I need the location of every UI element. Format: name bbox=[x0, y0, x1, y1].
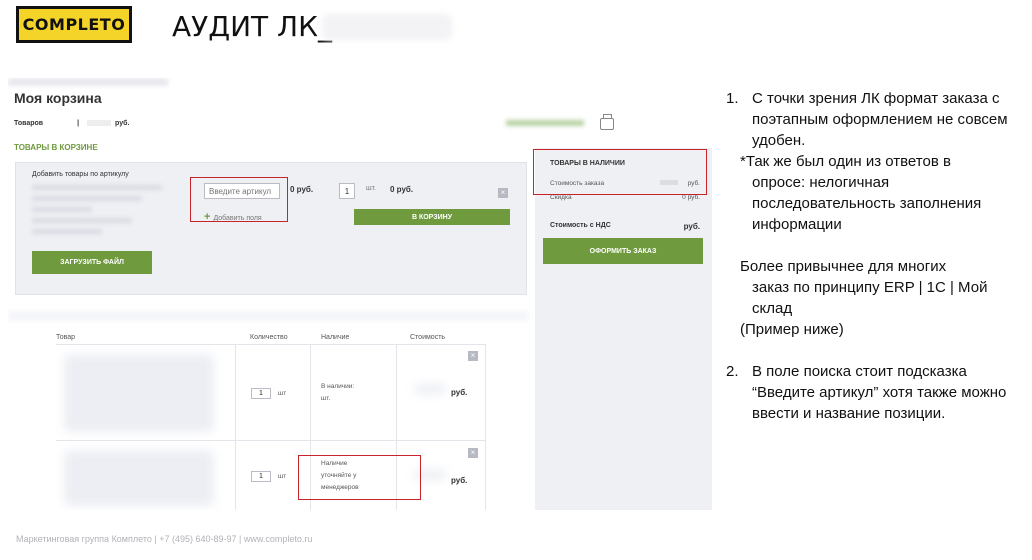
table-col-line bbox=[485, 344, 486, 510]
row1-quantity-input[interactable]: 1 bbox=[251, 388, 271, 399]
row1-unit: шт bbox=[278, 390, 287, 397]
table-col-line bbox=[235, 344, 236, 510]
row1-price: руб. bbox=[451, 388, 468, 397]
cart-screenshot: Моя корзина Товаров | руб. ТОВАРЫ В КОРЗИН… bbox=[8, 78, 712, 510]
row2-remove-icon[interactable]: × bbox=[468, 448, 478, 458]
footer: Маркетинговая группа Комплето | +7 (495)… bbox=[16, 534, 313, 544]
line-total: 0 руб. bbox=[390, 185, 414, 194]
table-row-line bbox=[56, 440, 486, 441]
note-asterisk-first: *Так же был один из ответов в bbox=[740, 153, 951, 170]
col-header-availability: Наличие bbox=[321, 334, 350, 341]
blurred-link[interactable] bbox=[506, 120, 584, 126]
goods-currency: руб. bbox=[115, 120, 130, 127]
row2-unit: шт bbox=[278, 473, 287, 480]
to-cart-button[interactable]: В КОРЗИНУ bbox=[354, 209, 510, 225]
completo-logo: COMPLETO bbox=[16, 6, 132, 43]
note-paragraph-first: Более привычнее для многих bbox=[740, 258, 947, 275]
article-input-highlight bbox=[190, 177, 288, 222]
col-header-product: Товар bbox=[56, 334, 76, 341]
note-asterisk-rest: опросе: нелогичная последовательность за… bbox=[752, 174, 982, 233]
note-1-number: 1. bbox=[726, 90, 739, 107]
summary-total-row: Стоимость с НДС руб. bbox=[550, 222, 700, 231]
row2-price: руб. bbox=[451, 476, 468, 485]
page-title: АУДИТ ЛК_ bbox=[172, 10, 332, 43]
note-example: (Пример ниже) bbox=[740, 321, 844, 338]
row1-availability: В наличии: шт. bbox=[321, 383, 355, 402]
goods-summary: Товаров | руб. bbox=[14, 120, 129, 127]
product-image-blurred bbox=[64, 354, 214, 432]
row2-quantity-input[interactable]: 1 bbox=[251, 471, 271, 482]
col-header-quantity: Количество bbox=[250, 334, 288, 341]
title-redaction bbox=[322, 14, 452, 40]
row1-price-redacted bbox=[414, 384, 446, 394]
close-icon[interactable]: × bbox=[498, 188, 508, 198]
upload-file-button[interactable]: ЗАГРУЗИТЬ ФАЙЛ bbox=[32, 251, 152, 274]
col-header-cost: Стоимость bbox=[410, 334, 446, 341]
cart-title: Моя корзина bbox=[14, 90, 102, 106]
summary-discount-label: Скидка bbox=[550, 194, 572, 201]
goods-redacted bbox=[87, 120, 112, 127]
note-2-number: 2. bbox=[726, 363, 739, 380]
row1-remove-icon[interactable]: × bbox=[468, 351, 478, 361]
add-by-article-title: Добавить товары по артикулу bbox=[32, 171, 129, 178]
quantity-input[interactable] bbox=[339, 183, 355, 199]
audit-notes: 1. С точки зрения ЛК формат заказа с поэ… bbox=[720, 88, 1020, 424]
product-image-blurred bbox=[64, 450, 214, 506]
availability-highlight bbox=[298, 455, 421, 500]
note-paragraph-rest: заказ по принципу ERP | 1С | Мой склад bbox=[752, 279, 988, 317]
blurred-header bbox=[8, 78, 168, 86]
logo-text: COMPLETO bbox=[19, 9, 129, 40]
summary-total-value: руб. bbox=[683, 222, 700, 231]
note-item-2: 2. В поле поиска стоит подсказка “Введит… bbox=[720, 361, 1020, 424]
goods-separator: | bbox=[77, 120, 80, 127]
goods-label: Товаров bbox=[14, 120, 44, 127]
checkout-button[interactable]: ОФОРМИТЬ ЗАКАЗ bbox=[543, 238, 703, 264]
order-summary-panel: ТОВАРЫ В НАЛИЧИИ Стоимость заказа руб. С… bbox=[535, 148, 712, 510]
print-icon[interactable] bbox=[600, 114, 614, 130]
blurred-divider bbox=[8, 312, 528, 320]
note-1-text: С точки зрения ЛК формат заказа с поэтап… bbox=[752, 90, 1008, 149]
summary-discount-row: Скидка 0 руб. bbox=[550, 194, 700, 201]
note-asterisk: *Так же был один из ответов в опросе: не… bbox=[720, 151, 1020, 235]
table-header-line bbox=[56, 344, 486, 345]
summary-total-label: Стоимость с НДС bbox=[550, 222, 611, 229]
note-2-text: В поле поиска стоит подсказка “Введите а… bbox=[752, 363, 1007, 422]
quantity-unit: шт. bbox=[366, 185, 376, 192]
blurred-instructions bbox=[32, 185, 172, 245]
summary-discount-value: 0 руб. bbox=[682, 194, 700, 201]
in-cart-label: ТОВАРЫ В КОРЗИНЕ bbox=[14, 143, 98, 152]
line-price: 0 руб. bbox=[290, 185, 314, 194]
note-item-1: 1. С точки зрения ЛК формат заказа с поэ… bbox=[720, 88, 1020, 151]
note-paragraph: Более привычнее для многих заказ по прин… bbox=[720, 256, 1020, 340]
summary-highlight bbox=[533, 149, 707, 195]
